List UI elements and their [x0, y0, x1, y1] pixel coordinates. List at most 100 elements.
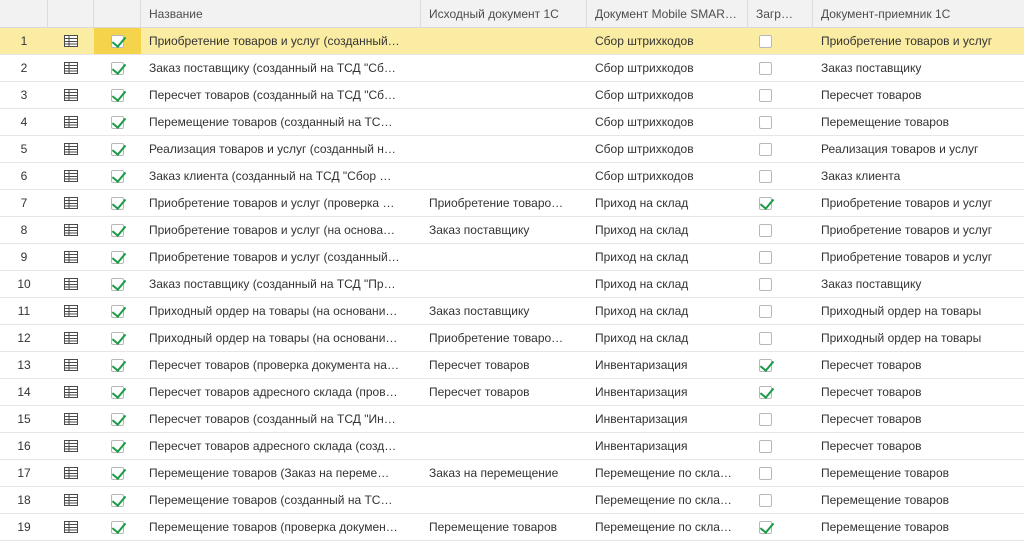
row-icon-cell[interactable]: [48, 406, 94, 432]
header-check[interactable]: [94, 0, 141, 27]
target-doc-cell[interactable]: Приобретение товаров и услуг: [813, 217, 1024, 243]
source-doc-cell[interactable]: [421, 271, 587, 297]
row-check-cell[interactable]: [94, 136, 141, 162]
row-icon-cell[interactable]: [48, 190, 94, 216]
row-icon-cell[interactable]: [48, 55, 94, 81]
use-checkbox[interactable]: [111, 439, 124, 453]
row-icon-cell[interactable]: [48, 460, 94, 486]
load-checkbox[interactable]: [759, 520, 772, 534]
load-checkbox[interactable]: [759, 88, 772, 102]
load-checkbox[interactable]: [759, 115, 772, 129]
row-check-cell[interactable]: [94, 433, 141, 459]
name-cell[interactable]: Перемещение товаров (проверка докумен…: [141, 514, 421, 540]
name-cell[interactable]: Перемещение товаров (созданный на ТС…: [141, 109, 421, 135]
row-check-cell[interactable]: [94, 217, 141, 243]
table-row[interactable]: 5 Реализация товаров и услуг (созданный н…: [0, 136, 1024, 163]
name-cell[interactable]: Приобретение товаров и услуг (проверка …: [141, 190, 421, 216]
name-cell[interactable]: Приобретение товаров и услуг (созданный…: [141, 244, 421, 270]
mobile-doc-cell[interactable]: Приход на склад: [587, 325, 748, 351]
load-cell[interactable]: [748, 406, 813, 432]
table-row[interactable]: 8 Приобретение товаров и услуг (на основа…: [0, 217, 1024, 244]
row-icon-cell[interactable]: [48, 28, 94, 54]
load-checkbox[interactable]: [759, 277, 772, 291]
header-mobile-doc[interactable]: Документ Mobile SMAR…: [587, 0, 748, 27]
row-check-cell[interactable]: [94, 514, 141, 540]
use-checkbox[interactable]: [111, 169, 124, 183]
load-checkbox[interactable]: [759, 412, 772, 426]
name-cell[interactable]: Перемещение товаров (созданный на ТС…: [141, 487, 421, 513]
row-check-cell[interactable]: [94, 244, 141, 270]
table-row[interactable]: 6 Заказ клиента (созданный на ТСД "Сбор ……: [0, 163, 1024, 190]
target-doc-cell[interactable]: Приобретение товаров и услуг: [813, 28, 1024, 54]
table-row[interactable]: 9 Приобретение товаров и услуг (созданный…: [0, 244, 1024, 271]
load-cell[interactable]: [748, 136, 813, 162]
row-icon-cell[interactable]: [48, 487, 94, 513]
load-cell[interactable]: [748, 433, 813, 459]
target-doc-cell[interactable]: Заказ поставщику: [813, 271, 1024, 297]
target-doc-cell[interactable]: Приходный ордер на товары: [813, 325, 1024, 351]
load-cell[interactable]: [748, 379, 813, 405]
name-cell[interactable]: Заказ клиента (созданный на ТСД "Сбор …: [141, 163, 421, 189]
use-checkbox[interactable]: [111, 142, 124, 156]
target-doc-cell[interactable]: Реализация товаров и услуг: [813, 136, 1024, 162]
name-cell[interactable]: Заказ поставщику (созданный на ТСД "Сб…: [141, 55, 421, 81]
mobile-doc-cell[interactable]: Сбор штрихкодов: [587, 163, 748, 189]
header-target-doc[interactable]: Документ-приемник 1С: [813, 0, 1024, 27]
table-row[interactable]: 2 Заказ поставщику (созданный на ТСД "Сб……: [0, 55, 1024, 82]
mobile-doc-cell[interactable]: Приход на склад: [587, 271, 748, 297]
use-checkbox[interactable]: [111, 61, 124, 75]
load-cell[interactable]: [748, 487, 813, 513]
row-check-cell[interactable]: [94, 487, 141, 513]
name-cell[interactable]: Пересчет товаров адресного склада (пров…: [141, 379, 421, 405]
mobile-doc-cell[interactable]: Инвентаризация: [587, 379, 748, 405]
mobile-doc-cell[interactable]: Приход на склад: [587, 217, 748, 243]
source-doc-cell[interactable]: Перемещение товаров: [421, 514, 587, 540]
load-checkbox[interactable]: [759, 304, 772, 318]
load-checkbox[interactable]: [759, 466, 772, 480]
name-cell[interactable]: Реализация товаров и услуг (созданный н…: [141, 136, 421, 162]
header-num[interactable]: [0, 0, 48, 27]
table-row[interactable]: 12 Приходный ордер на товары (на основани…: [0, 325, 1024, 352]
source-doc-cell[interactable]: [421, 406, 587, 432]
mobile-doc-cell[interactable]: Перемещение по скла…: [587, 514, 748, 540]
load-cell[interactable]: [748, 82, 813, 108]
source-doc-cell[interactable]: [421, 163, 587, 189]
load-checkbox[interactable]: [759, 493, 772, 507]
table-row[interactable]: 18 Перемещение товаров (созданный на ТС… П…: [0, 487, 1024, 514]
load-checkbox[interactable]: [759, 34, 772, 48]
target-doc-cell[interactable]: Пересчет товаров: [813, 433, 1024, 459]
row-icon-cell[interactable]: [48, 325, 94, 351]
target-doc-cell[interactable]: Приходный ордер на товары: [813, 298, 1024, 324]
table-row[interactable]: 7 Приобретение товаров и услуг (проверка …: [0, 190, 1024, 217]
source-doc-cell[interactable]: [421, 109, 587, 135]
mobile-doc-cell[interactable]: Сбор штрихкодов: [587, 28, 748, 54]
use-checkbox[interactable]: [111, 196, 124, 210]
row-icon-cell[interactable]: [48, 271, 94, 297]
load-cell[interactable]: [748, 352, 813, 378]
table-row[interactable]: 11 Приходный ордер на товары (на основани…: [0, 298, 1024, 325]
use-checkbox[interactable]: [111, 385, 124, 399]
row-check-cell[interactable]: [94, 109, 141, 135]
target-doc-cell[interactable]: Заказ поставщику: [813, 55, 1024, 81]
row-icon-cell[interactable]: [48, 514, 94, 540]
row-check-cell[interactable]: [94, 325, 141, 351]
name-cell[interactable]: Пересчет товаров (созданный на ТСД "Сб…: [141, 82, 421, 108]
row-check-cell[interactable]: [94, 55, 141, 81]
use-checkbox[interactable]: [111, 250, 124, 264]
row-check-cell[interactable]: [94, 460, 141, 486]
row-check-cell[interactable]: [94, 406, 141, 432]
target-doc-cell[interactable]: Перемещение товаров: [813, 109, 1024, 135]
target-doc-cell[interactable]: Перемещение товаров: [813, 487, 1024, 513]
name-cell[interactable]: Пересчет товаров (проверка документа на…: [141, 352, 421, 378]
source-doc-cell[interactable]: [421, 136, 587, 162]
load-checkbox[interactable]: [759, 169, 772, 183]
source-doc-cell[interactable]: [421, 487, 587, 513]
row-icon-cell[interactable]: [48, 379, 94, 405]
row-check-cell[interactable]: [94, 298, 141, 324]
load-cell[interactable]: [748, 109, 813, 135]
row-icon-cell[interactable]: [48, 433, 94, 459]
row-icon-cell[interactable]: [48, 244, 94, 270]
mobile-doc-cell[interactable]: Инвентаризация: [587, 433, 748, 459]
target-doc-cell[interactable]: Пересчет товаров: [813, 406, 1024, 432]
mobile-doc-cell[interactable]: Сбор штрихкодов: [587, 109, 748, 135]
